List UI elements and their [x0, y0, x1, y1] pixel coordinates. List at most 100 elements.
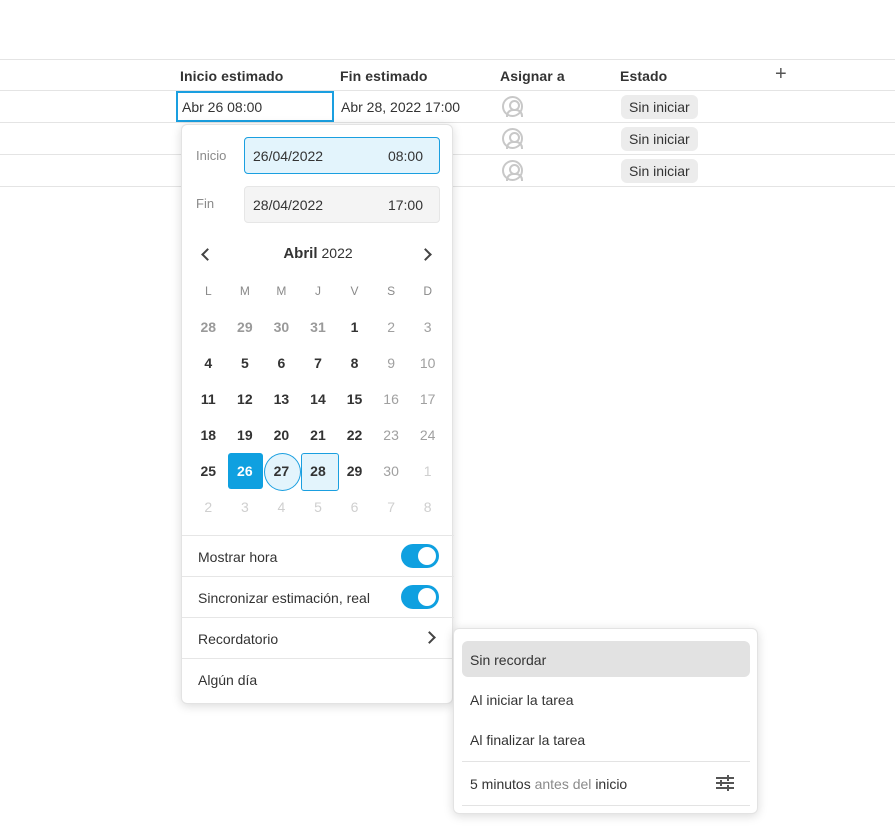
status-badge[interactable]: Sin iniciar	[621, 159, 698, 183]
custom-reminder-text: 5 minutos antes del inicio	[470, 776, 627, 792]
calendar-day[interactable]: 19	[227, 417, 264, 453]
header-divider	[0, 90, 895, 91]
calendar-day[interactable]: 29	[227, 309, 264, 345]
calendar-day[interactable]: 8	[336, 345, 373, 381]
weekday-label: M	[276, 284, 287, 298]
chevron-right-icon[interactable]	[417, 244, 437, 264]
weekday-label: V	[350, 284, 359, 298]
calendar-day[interactable]: 3	[409, 309, 446, 345]
end-date-input: 28/04/2022	[253, 197, 324, 213]
month-title: Abril 2022	[182, 245, 454, 262]
status-badge[interactable]: Sin iniciar	[621, 95, 698, 119]
weekday-label: D	[423, 284, 432, 298]
month-name: Abril	[283, 245, 318, 262]
reminder-option-end[interactable]: Al finalizar la tarea	[462, 721, 750, 757]
calendar-day[interactable]: 14	[300, 381, 337, 417]
calendar-day[interactable]: 23	[373, 417, 410, 453]
calendar-day[interactable]: 5	[227, 345, 264, 381]
sync-row[interactable]: Sincronizar estimación, real	[182, 576, 454, 617]
calendar-day[interactable]: 29	[336, 453, 373, 489]
calendar-day[interactable]: 24	[409, 417, 446, 453]
calendar-day[interactable]: 5	[300, 489, 337, 525]
calendar-day[interactable]: 15	[336, 381, 373, 417]
calendar-day[interactable]: 25	[190, 453, 227, 489]
calendar-day[interactable]: 10	[409, 345, 446, 381]
year-label: 2022	[321, 245, 353, 261]
calendar-day[interactable]: 18	[190, 417, 227, 453]
calendar-day[interactable]: 2	[373, 309, 410, 345]
end-time-input: 17:00	[387, 197, 423, 213]
calendar-day[interactable]: 27	[263, 453, 301, 491]
month-navigation: Abril 2022	[182, 241, 454, 267]
calendar-grid: L M M J V S D 28 29 30 31 1 2 3 4 5 6 7 8 9 10 11 12 13 1…	[190, 273, 446, 525]
calendar-day[interactable]: 7	[373, 489, 410, 525]
divider	[462, 761, 750, 762]
calendar-day[interactable]: 21	[300, 417, 337, 453]
calendar-day[interactable]: 4	[190, 345, 227, 381]
column-header-start[interactable]: Inicio estimado	[180, 68, 283, 84]
reminder-option-start[interactable]: Al iniciar la tarea	[462, 681, 750, 717]
column-header-assign[interactable]: Asignar a	[500, 68, 565, 84]
calendar-day[interactable]: 28	[300, 453, 339, 491]
calendar-day[interactable]: 31	[300, 309, 337, 345]
show-time-label: Mostrar hora	[198, 549, 278, 565]
end-label: Fin	[196, 196, 215, 211]
calendar-day[interactable]: 3	[227, 489, 264, 525]
reminder-option-label: Sin recordar	[470, 652, 547, 668]
calendar-day[interactable]: 30	[373, 453, 410, 489]
reminder-option-label: Al finalizar la tarea	[470, 732, 586, 748]
sync-label: Sincronizar estimación, real	[198, 590, 370, 606]
start-time-input: 08:00	[387, 148, 423, 164]
weekday-label: J	[314, 284, 321, 298]
chevron-right-icon	[425, 632, 434, 641]
calendar-day[interactable]: 2	[190, 489, 227, 525]
calendar-day[interactable]: 11	[190, 381, 227, 417]
date-picker-popover: Inicio 26/04/2022 08:00 Fin 28/04/2022 1…	[181, 124, 454, 704]
calendar-day[interactable]: 20	[263, 417, 300, 453]
start-date-input: 26/04/2022	[253, 148, 324, 164]
row-divider	[0, 122, 895, 123]
start-date-value: Abr 26 08:00	[182, 99, 263, 115]
calendar-day[interactable]: 1	[409, 453, 446, 489]
end-date-cell[interactable]: Abr 28, 2022 17:00	[341, 99, 460, 115]
calendar-day[interactable]: 8	[409, 489, 446, 525]
calendar-day[interactable]: 6	[336, 489, 373, 525]
custom-reminder-amount: 5 minutos	[470, 776, 531, 792]
assignee-avatar-icon[interactable]	[502, 160, 523, 181]
custom-reminder-anchor: inicio	[595, 776, 628, 792]
start-date-cell[interactable]: Abr 26 08:00	[176, 91, 334, 122]
calendar-day[interactable]: 4	[263, 489, 300, 525]
column-header-end[interactable]: Fin estimado	[340, 68, 428, 84]
reminder-row[interactable]: Recordatorio	[182, 617, 454, 658]
calendar-day[interactable]: 16	[373, 381, 410, 417]
someday-row[interactable]: Algún día	[182, 658, 454, 699]
table-top-border	[0, 59, 895, 60]
show-time-toggle[interactable]	[401, 544, 439, 568]
calendar-day[interactable]: 28	[190, 309, 227, 345]
reminder-option-none[interactable]: Sin recordar	[462, 641, 750, 677]
assignee-avatar-icon[interactable]	[502, 128, 523, 149]
divider	[462, 805, 750, 806]
sync-toggle[interactable]	[401, 585, 439, 609]
end-datetime-field[interactable]: 28/04/2022 17:00	[244, 186, 440, 223]
someday-label: Algún día	[198, 672, 258, 688]
calendar-day[interactable]: 26	[227, 453, 264, 489]
show-time-row[interactable]: Mostrar hora	[182, 535, 454, 576]
start-datetime-field[interactable]: 26/04/2022 08:00	[244, 137, 440, 174]
calendar-day[interactable]: 9	[373, 345, 410, 381]
status-badge[interactable]: Sin iniciar	[621, 127, 698, 151]
start-label: Inicio	[196, 148, 227, 163]
column-header-status[interactable]: Estado	[620, 68, 667, 84]
calendar-day[interactable]: 13	[263, 381, 300, 417]
calendar-day[interactable]: 1	[336, 309, 373, 345]
calendar-day[interactable]: 22	[336, 417, 373, 453]
reminder-option-custom[interactable]: 5 minutos antes del inicio	[462, 763, 750, 803]
calendar-day[interactable]: 17	[409, 381, 446, 417]
calendar-day[interactable]: 6	[263, 345, 300, 381]
sliders-icon[interactable]	[716, 775, 734, 791]
add-column-button[interactable]: +	[775, 64, 787, 84]
assignee-avatar-icon[interactable]	[502, 96, 523, 117]
calendar-day[interactable]: 7	[300, 345, 337, 381]
calendar-day[interactable]: 12	[227, 381, 264, 417]
calendar-day[interactable]: 30	[263, 309, 300, 345]
